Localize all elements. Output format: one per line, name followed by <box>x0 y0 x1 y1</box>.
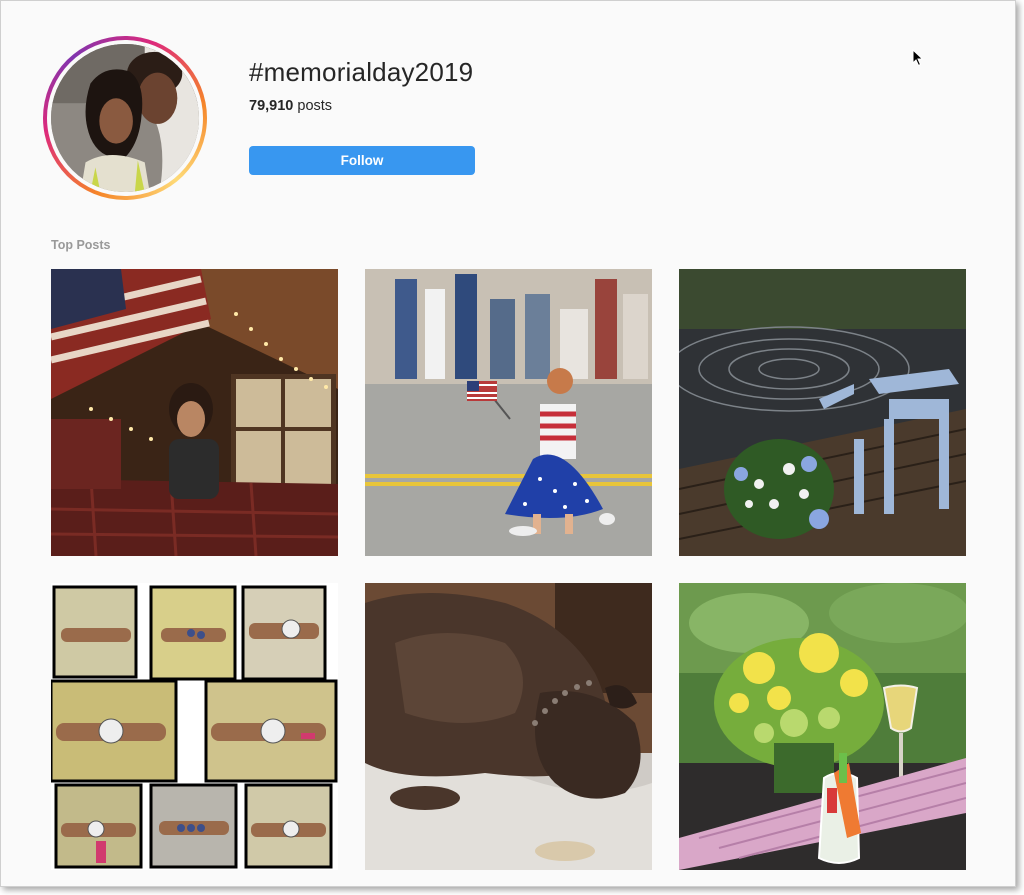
sleeping-dog-photo <box>365 583 652 870</box>
browser-frame: #memorialday2019 79,910 posts Follow Top… <box>0 0 1016 887</box>
follow-button[interactable]: Follow <box>249 146 475 175</box>
hashtag-avatar[interactable] <box>43 36 207 200</box>
cabin-bedroom-photo <box>51 269 338 556</box>
post-tile-parade-girl[interactable] <box>365 269 652 556</box>
avatar-photo <box>51 44 199 192</box>
post-tile-flowers-table[interactable] <box>679 583 966 870</box>
posts-count-number: 79,910 <box>249 98 294 114</box>
parade-girl-photo <box>365 269 652 556</box>
mouse-cursor-icon <box>912 49 924 67</box>
post-tile-dock-chair[interactable] <box>679 269 966 556</box>
bracelet-collage-photo <box>51 583 338 870</box>
posts-count-label: posts <box>297 98 333 114</box>
dock-chair-photo <box>679 269 966 556</box>
post-tile-bracelet-collage[interactable] <box>51 583 338 870</box>
top-posts-heading: Top Posts <box>51 238 111 252</box>
post-tile-cabin-bedroom[interactable] <box>51 269 338 556</box>
hashtag-title: #memorialday2019 <box>249 57 474 87</box>
posts-count: 79,910 posts <box>249 98 332 114</box>
post-tile-sleeping-dog[interactable] <box>365 583 652 870</box>
flowers-table-photo <box>679 583 966 870</box>
